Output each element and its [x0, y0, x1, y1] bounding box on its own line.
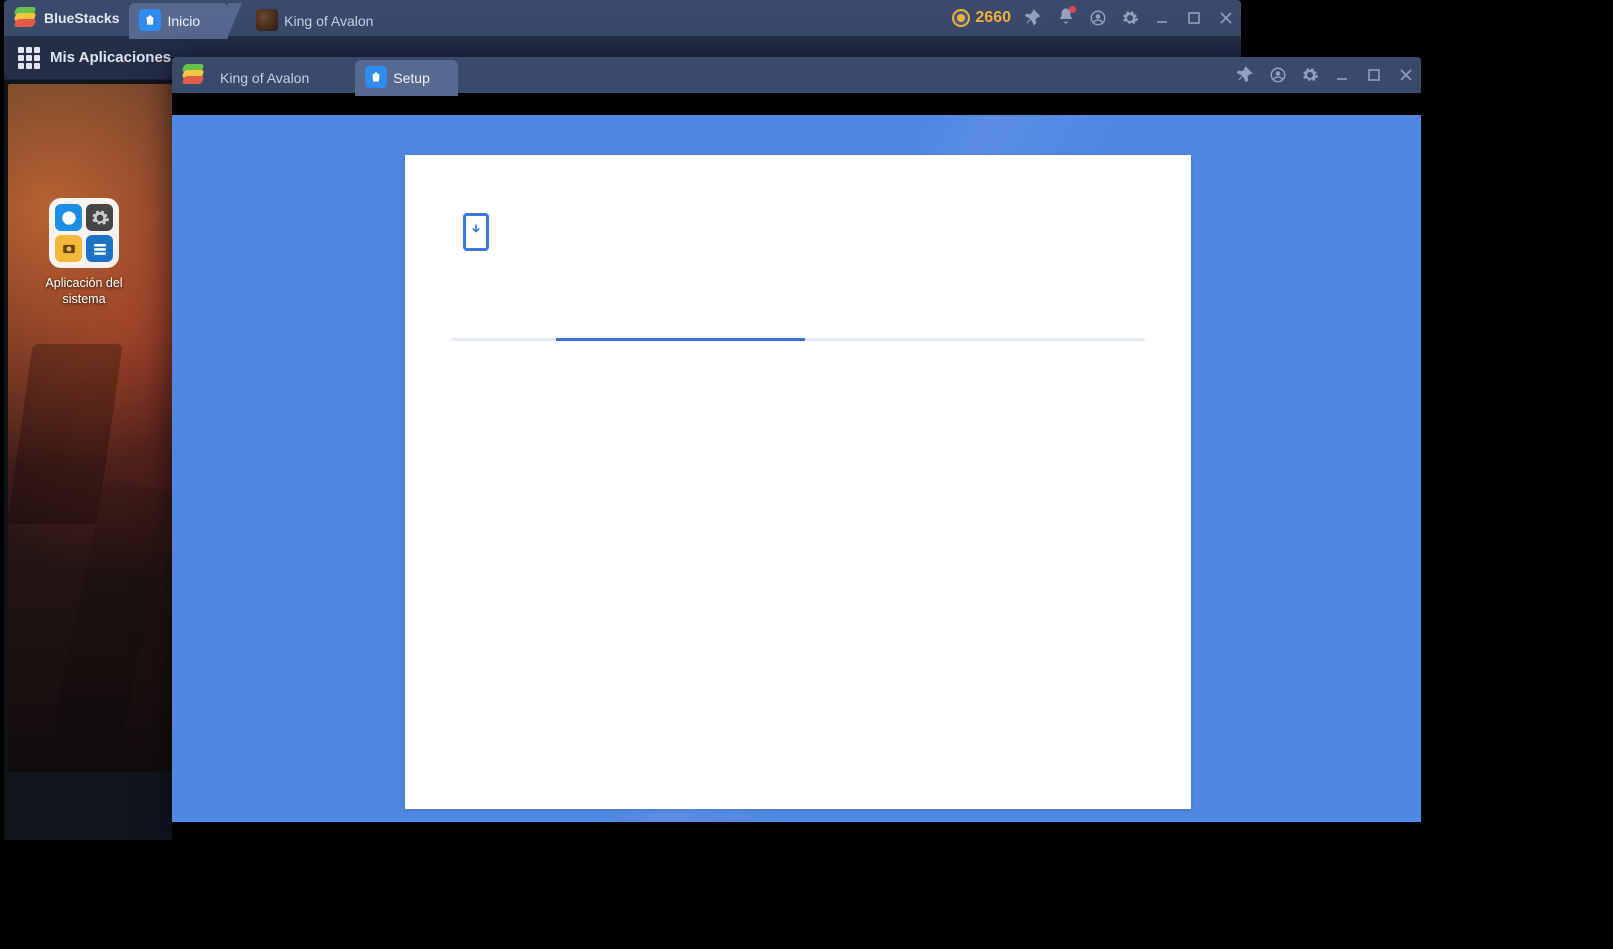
close-button[interactable]: [1217, 9, 1235, 27]
minimize-button[interactable]: [1153, 9, 1171, 27]
pin-icon[interactable]: [1025, 9, 1043, 27]
minimize-button[interactable]: [1333, 66, 1351, 84]
notification-dot-icon: [1069, 6, 1076, 13]
system-app-icon: [49, 198, 119, 268]
bluestacks-logo-icon: [14, 7, 36, 29]
download-to-device-icon: [463, 213, 489, 251]
system-app-shortcut[interactable]: Aplicación del sistema: [44, 198, 124, 307]
brand-label: BlueStacks: [44, 0, 119, 36]
account-icon[interactable]: [1089, 9, 1107, 27]
coin-balance[interactable]: 2660: [952, 9, 1011, 27]
bluestacks-setup-window: King of Avalon Setup: [172, 57, 1421, 840]
tab-label: Inicio: [167, 13, 200, 29]
gear-icon[interactable]: [1121, 9, 1139, 27]
setup-progress-bar: [452, 338, 1145, 341]
tab-king-of-avalon[interactable]: King of Avalon: [246, 3, 401, 39]
tab-setup[interactable]: Setup: [355, 60, 458, 96]
shopping-bag-icon: [365, 66, 387, 88]
coin-icon: [952, 9, 970, 27]
maximize-button[interactable]: [1365, 66, 1383, 84]
setup-titlebar: King of Avalon Setup: [172, 57, 1421, 93]
system-app-label: Aplicación del sistema: [44, 276, 124, 307]
tab-inicio[interactable]: Inicio: [129, 3, 228, 39]
account-icon[interactable]: [1269, 66, 1287, 84]
notifications-button[interactable]: [1057, 7, 1075, 30]
bluestacks-logo-icon: [182, 64, 204, 86]
setup-card: [405, 155, 1191, 809]
game-thumbnail-icon: [256, 9, 278, 31]
apps-grid-icon[interactable]: [18, 47, 40, 69]
gear-icon[interactable]: [1301, 66, 1319, 84]
setup-titlebar-right: [1237, 57, 1415, 93]
progress-fill: [556, 338, 805, 341]
maximize-button[interactable]: [1185, 9, 1203, 27]
shopping-bag-icon: [139, 9, 161, 31]
game-splash-image: [8, 84, 172, 772]
coin-value: 2660: [975, 9, 1011, 27]
close-button[interactable]: [1397, 66, 1415, 84]
tab-label: Setup: [393, 70, 430, 86]
titlebar-right-controls: 2660: [952, 0, 1235, 36]
tab-label: King of Avalon: [220, 70, 309, 86]
tab-king-of-avalon-front[interactable]: King of Avalon: [212, 60, 337, 96]
main-titlebar: BlueStacks Inicio King of Avalon 2660: [4, 0, 1241, 36]
setup-canvas: [172, 115, 1421, 822]
my-apps-label: Mis Aplicaciones: [50, 49, 171, 66]
tab-label: King of Avalon: [284, 13, 373, 29]
pin-icon[interactable]: [1237, 66, 1255, 84]
